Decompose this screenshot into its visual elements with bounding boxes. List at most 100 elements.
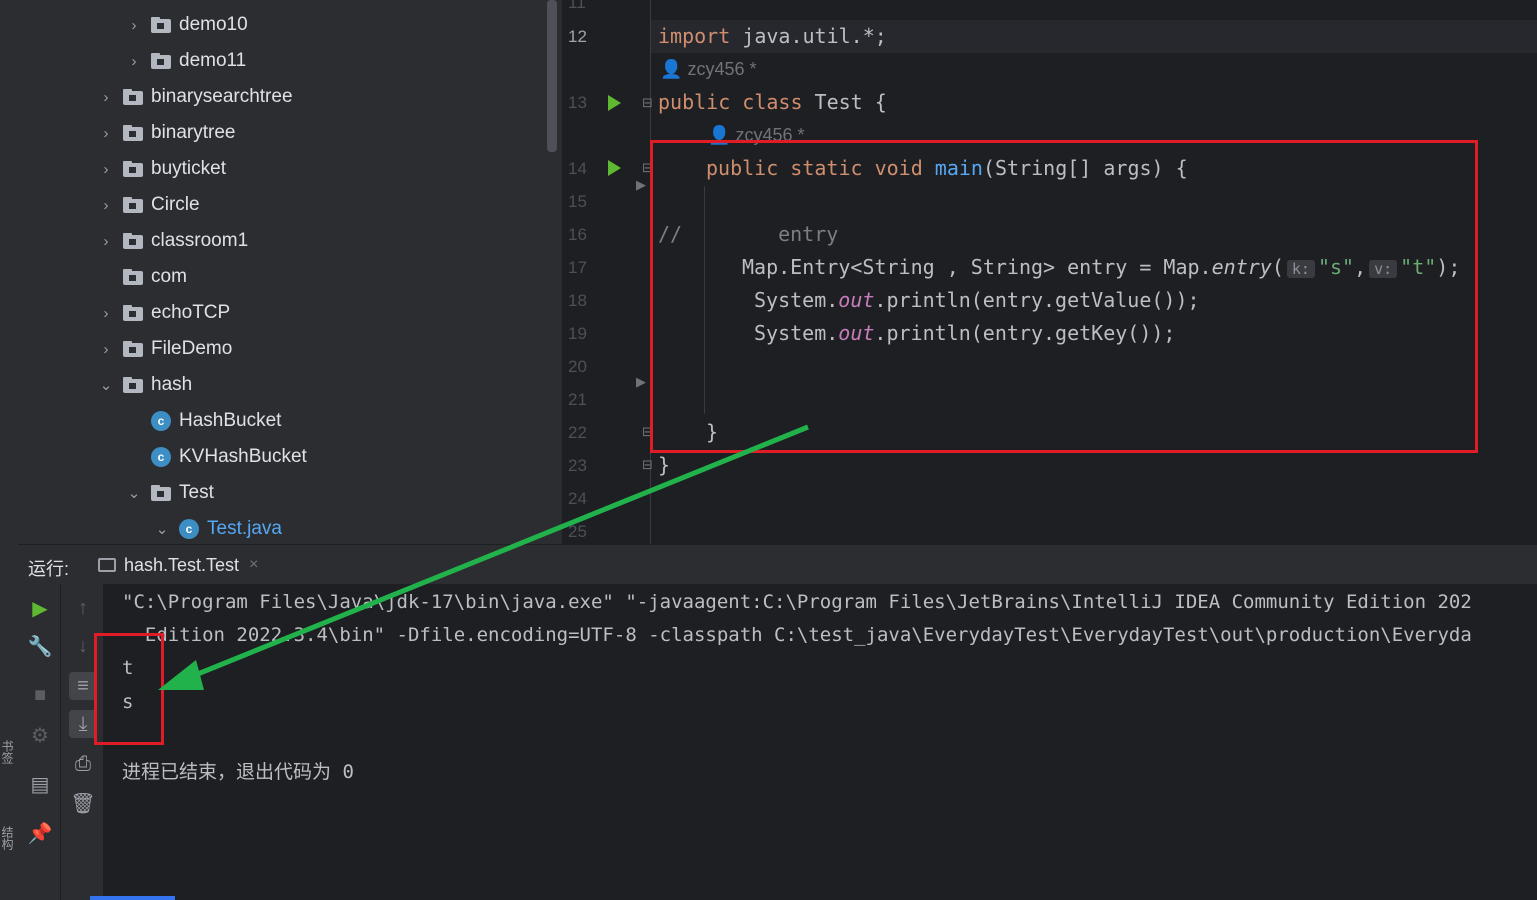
run-tab-label: hash.Test.Test <box>124 554 240 575</box>
folder-icon <box>123 233 145 249</box>
tree-item[interactable]: › demo10 <box>18 7 562 43</box>
tree-item[interactable]: › classroom1 <box>18 223 562 259</box>
run-class-icon[interactable] <box>608 95 621 111</box>
tree-item[interactable]: ⌄ hash <box>18 367 562 403</box>
project-tree: › demo10 › demo11 › binarysearchtree › binarytr… <box>18 0 562 544</box>
console-output[interactable]: "C:\Program Files\Java\jdk-17\bin\java.e… <box>103 584 1537 900</box>
code-line-12: import java.util.*; <box>658 24 887 48</box>
tree-item[interactable]: › Circle <box>18 187 562 223</box>
line-number: 20 <box>568 357 587 376</box>
collapse-arrow-icon[interactable]: ▶ <box>636 374 646 390</box>
tree-item[interactable]: c HashBucket <box>18 403 562 439</box>
chevron-right-icon[interactable]: › <box>127 17 141 34</box>
tree-item-label: Test <box>179 482 214 503</box>
folder-icon <box>123 269 145 285</box>
line-number: 16 <box>568 225 587 244</box>
line-number: 18 <box>568 291 587 310</box>
rerun-icon[interactable]: ▶ <box>26 594 54 622</box>
debug-settings-icon[interactable]: ⚙ <box>26 721 54 749</box>
chevron-right-icon[interactable]: › <box>127 53 141 70</box>
tree-item-label: Circle <box>151 194 200 215</box>
soft-wrap-icon[interactable]: ≡ <box>69 672 97 700</box>
line-number: 22 <box>568 423 587 442</box>
tree-scrollbar[interactable] <box>547 0 557 152</box>
tree-item[interactable]: › FileDemo <box>18 331 562 367</box>
chevron-right-icon[interactable]: › <box>99 89 113 106</box>
line-number: 17 <box>568 258 587 277</box>
folder-icon <box>123 197 145 213</box>
chevron-down-icon[interactable]: ⌄ <box>99 376 113 394</box>
line-number: 23 <box>568 456 587 475</box>
tree-item[interactable]: ⌄ Test <box>18 475 562 511</box>
line-number: 15 <box>568 192 587 211</box>
tree-item-label: hash <box>151 374 193 395</box>
chevron-down-icon[interactable]: ⌄ <box>127 484 141 502</box>
chevron-right-icon[interactable]: › <box>99 305 113 322</box>
console-icon <box>98 558 116 572</box>
structure-tool-label[interactable]: 结构 <box>0 826 14 850</box>
console-line: Edition 2022.3.4\bin" -Dfile.encoding=UT… <box>122 624 1472 646</box>
code-line-23: } <box>658 453 671 477</box>
tree-item[interactable]: c KVHashBucket <box>18 439 562 475</box>
folder-icon <box>151 17 173 33</box>
tree-item[interactable]: ⌄ c Test.java <box>18 511 562 544</box>
close-icon[interactable]: × <box>249 556 258 574</box>
tree-item[interactable]: com <box>18 259 562 295</box>
run-toolbar-primary: ▶ 🔧 ■ ⚙ ▤ 📌 <box>18 584 61 900</box>
tree-item-label: echoTCP <box>151 302 231 323</box>
fold-marker-icon[interactable]: ⊟ <box>642 457 653 473</box>
tree-item[interactable]: › binarytree <box>18 115 562 151</box>
author-hint[interactable]: 👤 zcy456 * <box>660 59 756 80</box>
run-main-icon[interactable] <box>608 160 621 176</box>
tree-item-label: buyticket <box>151 158 226 179</box>
fold-marker-icon[interactable]: ⊟ <box>642 95 653 111</box>
chevron-right-icon[interactable]: › <box>99 197 113 214</box>
print-icon[interactable]: ⎙ <box>69 750 97 778</box>
bookmarks-tool-label[interactable]: 书签 <box>0 740 14 764</box>
arrow-up-icon[interactable]: ↑ <box>69 594 97 622</box>
run-panel-label: 运行: <box>28 559 70 579</box>
chevron-right-icon[interactable]: › <box>99 341 113 358</box>
line-number: 21 <box>568 390 587 409</box>
tree-item[interactable]: › buyticket <box>18 151 562 187</box>
line-number: 11 <box>568 0 586 12</box>
line-number: 25 <box>568 522 587 541</box>
tree-item-label: FileDemo <box>151 338 233 359</box>
line-number: 12 <box>568 27 587 46</box>
chevron-right-icon[interactable]: › <box>99 233 113 250</box>
trash-icon[interactable]: 🗑 <box>69 789 97 817</box>
java-file-icon: c <box>179 519 199 539</box>
layout-icon[interactable]: ▤ <box>26 770 54 798</box>
console-line: 进程已结束，退出代码为 0 <box>122 761 354 783</box>
line-number: 13 <box>568 93 587 112</box>
tree-item-label: com <box>151 266 187 287</box>
class-icon: c <box>151 411 171 431</box>
chevron-down-icon[interactable]: ⌄ <box>155 520 169 538</box>
wrench-icon[interactable]: 🔧 <box>26 632 54 660</box>
tree-item-label: HashBucket <box>179 410 282 431</box>
code-line-13: public class Test { <box>658 90 887 114</box>
pin-icon[interactable]: 📌 <box>26 819 54 847</box>
tree-item-label: binarysearchtree <box>151 86 293 107</box>
tree-item[interactable]: › echoTCP <box>18 295 562 331</box>
folder-icon <box>123 89 145 105</box>
arrow-down-icon[interactable]: ↓ <box>69 632 97 660</box>
folder-icon <box>123 305 145 321</box>
collapse-arrow-icon[interactable]: ▶ <box>636 177 646 193</box>
annotation-output-box <box>94 633 164 745</box>
annotation-code-box <box>650 140 1478 453</box>
chevron-right-icon[interactable]: › <box>99 125 113 142</box>
folder-icon <box>123 125 145 141</box>
user-icon: 👤 <box>660 59 683 79</box>
scroll-to-end-icon[interactable]: ⤓ <box>69 710 97 738</box>
left-tool-stripe: 书签 结构 <box>0 0 19 900</box>
folder-icon <box>123 341 145 357</box>
tree-item[interactable]: › binarysearchtree <box>18 79 562 115</box>
run-tab-hash-test[interactable]: hash.Test.Test × <box>96 545 302 587</box>
chevron-right-icon[interactable]: › <box>99 161 113 178</box>
line-number: 24 <box>568 489 587 508</box>
folder-icon <box>151 485 173 501</box>
tree-item-label: demo11 <box>179 50 247 71</box>
stop-icon[interactable]: ■ <box>26 681 54 709</box>
tree-item[interactable]: › demo11 <box>18 43 562 79</box>
